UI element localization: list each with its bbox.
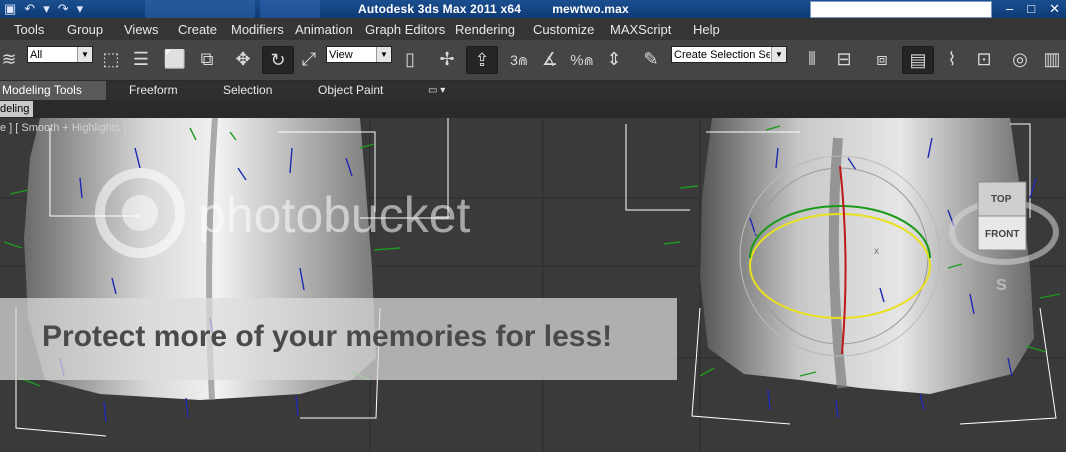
snap-percent-label: %	[570, 52, 584, 69]
select-object-icon[interactable]: ⬚	[98, 46, 124, 72]
move-icon[interactable]: ✥	[230, 46, 256, 72]
viewcube-top-label: TOP	[991, 194, 1012, 205]
menu-customize[interactable]: Customize	[533, 22, 594, 37]
menu-tools[interactable]: Tools	[14, 22, 44, 37]
ribbon-sub-tab-modeling[interactable]: deling	[0, 101, 34, 117]
render-setup-icon[interactable]: ▥	[1040, 46, 1064, 72]
material-editor-icon[interactable]: ◎	[1006, 46, 1034, 72]
background-window-ghost	[260, 0, 320, 18]
redo-icon[interactable]: ↷	[58, 1, 69, 17]
main-toolbar: ≋ All ▼ ⬚ ☰ ⬜ ⧉ ✥ ↻ ⤢ View ▼ ▯ ✢ ⇪ 3⋒ ∡ …	[0, 40, 1066, 81]
background-window-ghost	[145, 0, 255, 18]
tab-modeling-tools[interactable]: Modeling Tools	[0, 81, 106, 100]
rotate-icon[interactable]: ↻	[262, 46, 294, 74]
mirror-icon[interactable]: ⫴	[798, 46, 826, 72]
close-button[interactable]: ✕	[1049, 0, 1060, 18]
curve-editor-icon[interactable]: ⌇	[938, 46, 966, 72]
ribbon-options-icon[interactable]: ▭ ▾	[428, 81, 445, 100]
undo-dropdown-icon[interactable]: ▾	[43, 1, 50, 17]
menu-group[interactable]: Group	[67, 22, 103, 37]
ribbon-tabs: Modeling Tools Freeform Selection Object…	[0, 81, 1066, 100]
edit-named-selection-icon[interactable]: ✎	[637, 46, 665, 72]
layer-manager-icon[interactable]: ⧈	[868, 46, 896, 72]
menu-graph-editors[interactable]: Graph Editors	[365, 22, 445, 37]
search-field[interactable]	[810, 1, 992, 18]
app-title: Autodesk 3ds Max 2011 x64	[358, 2, 522, 16]
watermark-banner: Protect more of your memories for less!	[0, 298, 677, 380]
quick-access-toolbar: ▣ ↶ ▾ ↷ ▾	[4, 0, 83, 18]
ribbon-panel-bar: deling	[0, 100, 1066, 118]
menu-modifiers[interactable]: Modifiers	[231, 22, 284, 37]
scale-icon[interactable]: ⤢	[296, 46, 322, 72]
menu-bar: Tools Group Views Create Modifiers Anima…	[0, 18, 1066, 40]
viewcube-west-label: W	[935, 227, 951, 244]
reference-coordinate-value: View	[329, 49, 353, 61]
redo-dropdown-icon[interactable]: ▾	[77, 1, 84, 17]
rectangular-selection-icon[interactable]: ⬜	[162, 46, 188, 72]
maximize-button[interactable]: □	[1027, 0, 1035, 18]
angle-snap-icon[interactable]: ∡	[536, 46, 564, 72]
align-icon[interactable]: ⊟	[830, 46, 858, 72]
selection-filter-dropdown[interactable]: All ▼	[27, 46, 93, 63]
menu-views[interactable]: Views	[124, 22, 158, 37]
percent-snap-icon[interactable]: %⋒	[568, 46, 596, 72]
selection-filter-value: All	[30, 49, 43, 61]
graphite-modeling-tools-icon[interactable]: ▤	[902, 46, 934, 74]
schematic-view-icon[interactable]: ⊡	[970, 46, 998, 72]
snaps-toggle-icon[interactable]: 3⋒	[506, 46, 532, 72]
viewport-scene: x TOP FRONT W S	[0, 118, 1066, 452]
spinner-snap-icon[interactable]: ⇕	[600, 46, 628, 72]
window-buttons: – □ ✕	[1006, 0, 1060, 18]
window-title: Autodesk 3ds Max 2011 x64 mewtwo.max	[358, 2, 629, 16]
svg-text:x: x	[874, 246, 879, 257]
tab-selection[interactable]: Selection	[223, 81, 272, 100]
watermark-banner-text: Protect more of your memories for less!	[42, 320, 613, 353]
named-selection-value: Create Selection Se	[674, 49, 770, 61]
tab-freeform[interactable]: Freeform	[129, 81, 178, 100]
perspective-viewport[interactable]: e ] [ Smooth + Highlights ] x TOP FRONT …	[0, 118, 1066, 452]
menu-maxscript[interactable]: MAXScript	[610, 22, 671, 37]
chevron-down-icon: ▼	[771, 47, 786, 62]
select-by-name-icon[interactable]: ☰	[128, 46, 154, 72]
menu-animation[interactable]: Animation	[295, 22, 353, 37]
undo-icon[interactable]: ↶	[24, 1, 35, 17]
viewcube-south-label: S	[996, 277, 1007, 294]
window-crossing-icon[interactable]: ⧉	[194, 46, 220, 72]
title-bar: ▣ ↶ ▾ ↷ ▾ Autodesk 3ds Max 2011 x64 mewt…	[0, 0, 1066, 18]
keyboard-shortcut-override-icon[interactable]: ⇪	[466, 46, 498, 74]
tab-object-paint[interactable]: Object Paint	[318, 81, 383, 100]
minimize-button[interactable]: –	[1006, 0, 1013, 18]
menu-create[interactable]: Create	[178, 22, 217, 37]
menu-rendering[interactable]: Rendering	[455, 22, 515, 37]
chevron-down-icon: ▼	[376, 47, 391, 62]
menu-help[interactable]: Help	[693, 22, 720, 37]
snap-3-label: 3	[510, 52, 518, 68]
select-manipulate-icon[interactable]: ✢	[433, 46, 461, 72]
named-selection-dropdown[interactable]: Create Selection Se ▼	[671, 46, 787, 63]
viewcube-front-label: FRONT	[985, 229, 1019, 240]
chevron-down-icon: ▼	[77, 47, 92, 62]
link-icon[interactable]: ≋	[0, 46, 18, 72]
file-name: mewtwo.max	[552, 2, 629, 16]
reference-coordinate-dropdown[interactable]: View ▼	[326, 46, 392, 63]
pivot-center-icon[interactable]: ▯	[396, 46, 424, 72]
viewport-label[interactable]: e ] [ Smooth + Highlights ]	[0, 122, 126, 134]
save-icon[interactable]: ▣	[4, 1, 16, 17]
